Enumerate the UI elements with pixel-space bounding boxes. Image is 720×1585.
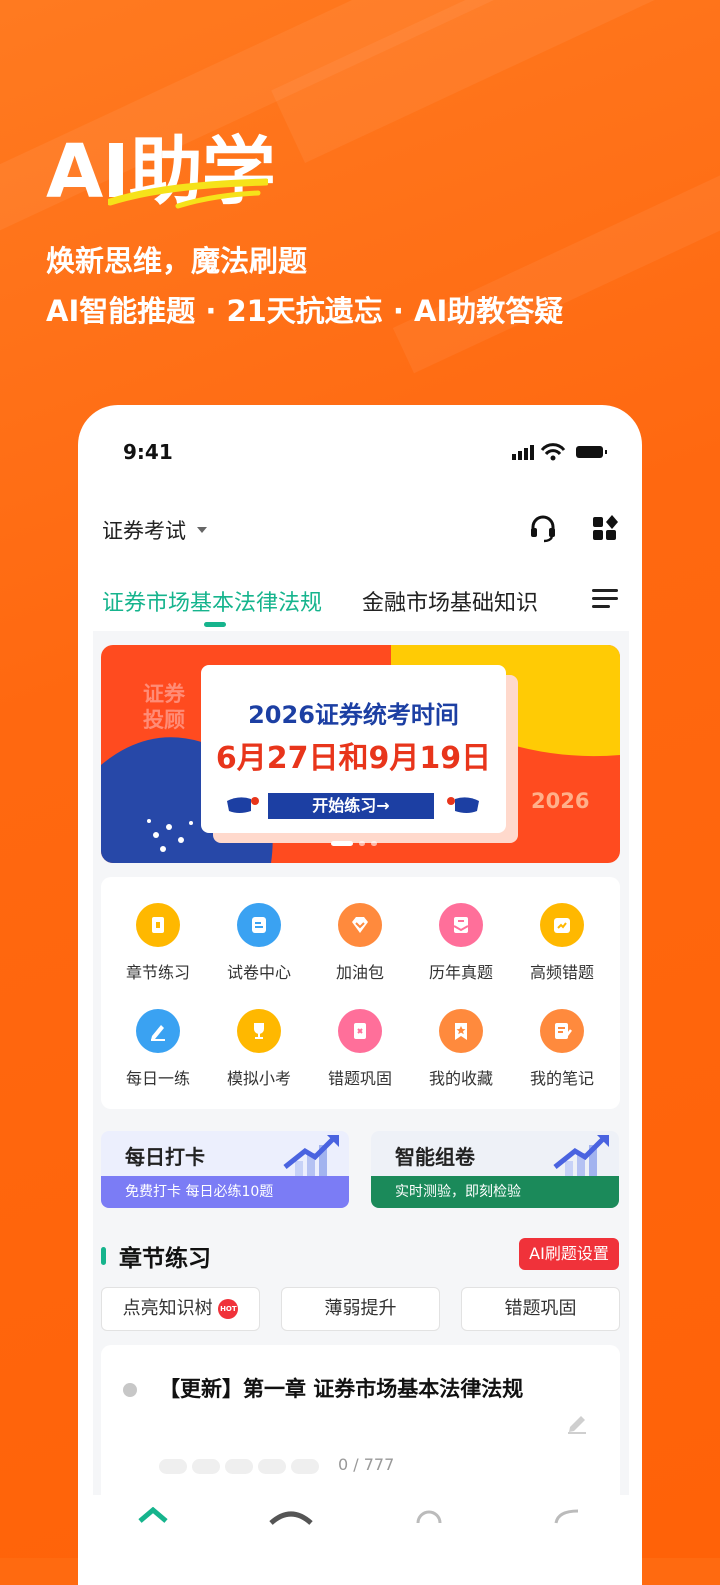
wrong-book-icon bbox=[338, 1009, 382, 1053]
grid-item-frequent-errors[interactable]: 高频错题 bbox=[512, 903, 612, 983]
section-accent-bar bbox=[101, 1247, 106, 1265]
grid-label: 我的收藏 bbox=[428, 1069, 493, 1088]
banner-line2: 6月27日和9月19日 bbox=[215, 741, 492, 776]
grid-label: 模拟小考 bbox=[226, 1069, 291, 1088]
promo-title: 智能组卷 bbox=[395, 1145, 475, 1169]
pointing-hand-icon bbox=[227, 797, 259, 813]
star-bookmark-icon bbox=[439, 1009, 483, 1053]
phone-mockup: 9:41 证券考试 证券市场基本法律法规 金融市场基础知识 证券投顾 2026证… bbox=[78, 405, 642, 1585]
paper-icon bbox=[237, 903, 281, 947]
hero-underline-decoration bbox=[108, 178, 268, 209]
grid-item-past-exams[interactable]: 历年真题 bbox=[411, 903, 511, 983]
bottom-nav bbox=[78, 1495, 642, 1585]
pointing-hand-icon bbox=[447, 797, 479, 813]
headset-icon[interactable] bbox=[528, 513, 558, 543]
grid-item-chapter[interactable]: 章节练习 bbox=[108, 903, 208, 983]
grid-item-boost[interactable]: 加油包 bbox=[310, 903, 410, 983]
course-icon[interactable] bbox=[268, 1507, 314, 1527]
discover-icon[interactable] bbox=[414, 1507, 444, 1527]
banner-line1: 2026证券统考时间 bbox=[248, 701, 459, 729]
trophy-icon bbox=[237, 1009, 281, 1053]
weak-improve-button[interactable]: 薄弱提升 bbox=[281, 1287, 440, 1331]
chapter-icon bbox=[136, 903, 180, 947]
ai-settings-button[interactable]: AI刷题设置 bbox=[519, 1238, 619, 1270]
grid-label: 章节练习 bbox=[125, 963, 190, 982]
note-icon bbox=[540, 1009, 584, 1053]
section-title: 章节练习 bbox=[119, 1246, 211, 1272]
promo-subtitle: 免费打卡 每日必练10题 bbox=[101, 1176, 349, 1208]
exam-date-banner[interactable]: 证券投顾 2026证券统考时间 6月27日和9月19日 开始练习→ 2026 bbox=[101, 645, 620, 863]
grid-item-mock-test[interactable]: 模拟小考 bbox=[209, 1009, 309, 1089]
grid-label: 错题巩固 bbox=[327, 1069, 392, 1088]
grid-label: 我的笔记 bbox=[529, 1069, 594, 1088]
carousel-dot-active[interactable] bbox=[331, 841, 353, 846]
daily-checkin-card[interactable]: 每日打卡 免费打卡 每日必练10题 bbox=[101, 1131, 349, 1208]
content-area: 证券投顾 2026证券统考时间 6月27日和9月19日 开始练习→ 2026 章… bbox=[93, 631, 629, 1585]
smart-paper-card[interactable]: 智能组卷 实时测验，即刻检验 bbox=[371, 1131, 619, 1208]
hero-features: AI智能推题 · 21天抗遗忘 · AI助教答疑 bbox=[46, 294, 564, 328]
promo-title: 每日打卡 bbox=[125, 1145, 205, 1169]
grid-label: 高频错题 bbox=[529, 963, 594, 982]
rising-chart-icon bbox=[283, 1135, 339, 1177]
progress-bar bbox=[159, 1459, 319, 1474]
grid-label: 历年真题 bbox=[428, 963, 493, 982]
grid-item-daily[interactable]: 每日一练 bbox=[108, 1009, 208, 1089]
calendar-chart-icon bbox=[540, 903, 584, 947]
start-practice-button[interactable]: 开始练习→ bbox=[268, 793, 434, 819]
hero-subtitle: 焕新思维，魔法刷题 bbox=[46, 244, 308, 278]
status-dot bbox=[123, 1383, 137, 1397]
tab-securities-law[interactable]: 证券市场基本法律法规 bbox=[102, 585, 322, 617]
tab-financial-market[interactable]: 金融市场基础知识 bbox=[362, 585, 538, 617]
banner-side-text: 证券投顾 bbox=[143, 682, 185, 732]
grid-label: 每日一练 bbox=[125, 1069, 190, 1088]
grid-label: 加油包 bbox=[335, 963, 384, 982]
exam-selector[interactable]: 证券考试 bbox=[102, 515, 186, 545]
pill-label: 点亮知识树 bbox=[122, 1298, 213, 1319]
menu-icon[interactable] bbox=[592, 587, 618, 609]
grid-item-papers[interactable]: 试卷中心 bbox=[209, 903, 309, 983]
rising-chart-icon bbox=[553, 1135, 609, 1177]
promo-subtitle: 实时测验，即刻检验 bbox=[371, 1176, 619, 1208]
grid-item-favorites[interactable]: 我的收藏 bbox=[411, 1009, 511, 1089]
hot-badge-icon: HOT bbox=[218, 1299, 239, 1319]
edit-icon[interactable] bbox=[565, 1411, 589, 1435]
progress-text: 0 / 777 bbox=[338, 1455, 395, 1474]
tab-indicator bbox=[204, 622, 226, 627]
past-exam-icon bbox=[439, 903, 483, 947]
caret-down-icon[interactable] bbox=[197, 527, 207, 533]
feature-grid: 章节练习 试卷中心 加油包 历年真题 高频错题 每日一练 模拟小考 错题巩固 我… bbox=[101, 877, 620, 1109]
apps-icon[interactable] bbox=[590, 513, 620, 543]
pencil-icon bbox=[136, 1009, 180, 1053]
chapter-title: 【更新】第一章 证券市场基本法律法规 bbox=[159, 1377, 524, 1401]
knowledge-tree-button[interactable]: 点亮知识树 HOT bbox=[101, 1287, 260, 1331]
status-time: 9:41 bbox=[123, 440, 173, 464]
grid-label: 试卷中心 bbox=[226, 963, 291, 982]
grid-item-error-review[interactable]: 错题巩固 bbox=[310, 1009, 410, 1089]
banner-card: 2026证券统考时间 6月27日和9月19日 开始练习→ bbox=[201, 665, 506, 833]
error-review-button[interactable]: 错题巩固 bbox=[461, 1287, 620, 1331]
status-icons bbox=[512, 443, 607, 461]
carousel-dots[interactable] bbox=[331, 841, 377, 846]
banner-year: 2026 bbox=[531, 789, 590, 813]
home-icon[interactable] bbox=[138, 1507, 168, 1527]
grid-item-notes[interactable]: 我的笔记 bbox=[512, 1009, 612, 1089]
carousel-dot[interactable] bbox=[371, 841, 377, 846]
profile-icon[interactable] bbox=[552, 1507, 582, 1527]
carousel-dot[interactable] bbox=[359, 841, 365, 846]
diamond-icon bbox=[338, 903, 382, 947]
